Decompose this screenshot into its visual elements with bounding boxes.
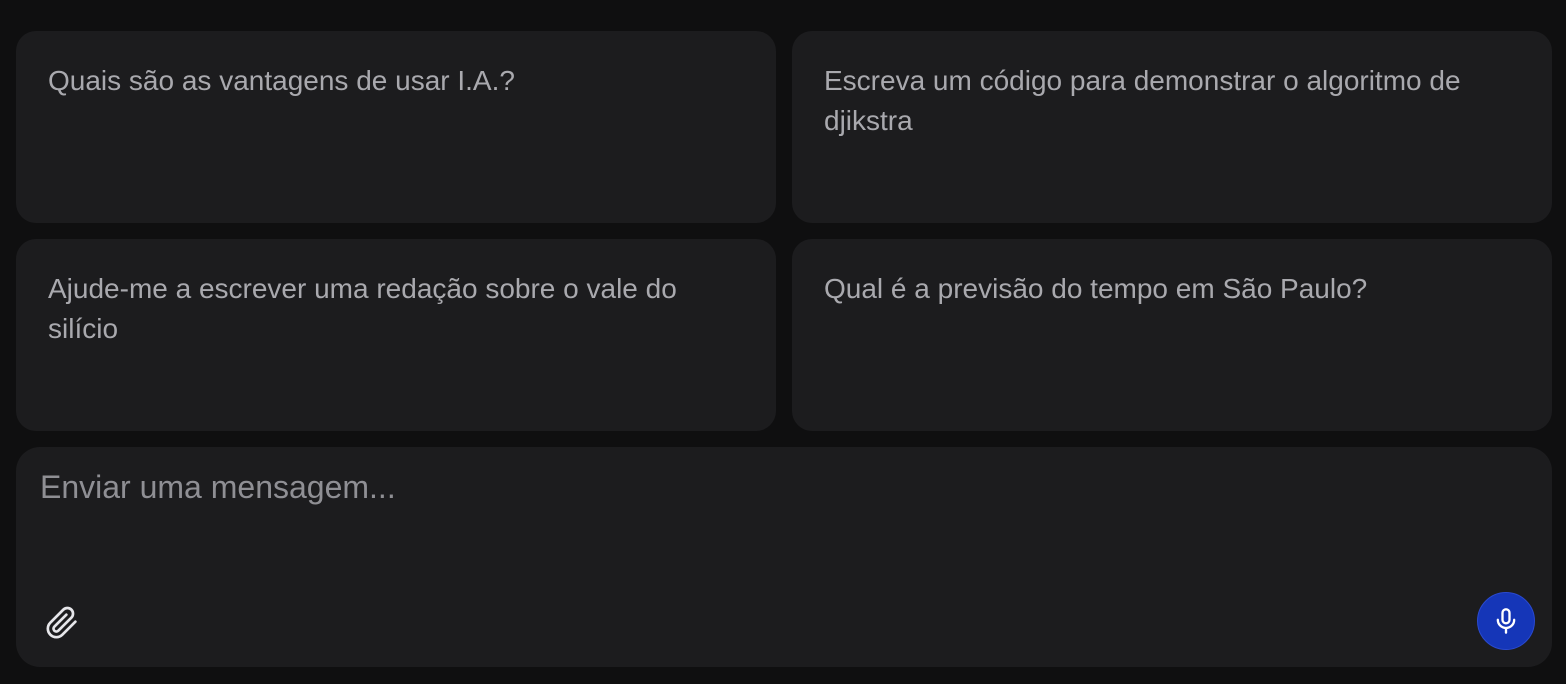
suggestion-card-3[interactable]: Ajude-me a escrever uma redação sobre o …	[16, 239, 776, 431]
microphone-icon	[1496, 608, 1516, 634]
suggestion-card-4[interactable]: Qual é a previsão do tempo em São Paulo?	[792, 239, 1552, 431]
chat-start-screen: Quais são as vantagens de usar I.A.? Esc…	[0, 0, 1566, 684]
attach-button[interactable]	[42, 603, 82, 643]
suggestion-grid: Quais são as vantagens de usar I.A.? Esc…	[16, 31, 1552, 431]
suggestion-text: Quais são as vantagens de usar I.A.?	[48, 65, 515, 96]
microphone-button[interactable]	[1477, 592, 1535, 650]
suggestion-text: Escreva um código para demonstrar o algo…	[824, 65, 1461, 136]
suggestion-card-2[interactable]: Escreva um código para demonstrar o algo…	[792, 31, 1552, 223]
paperclip-icon	[46, 606, 77, 639]
suggestion-text: Qual é a previsão do tempo em São Paulo?	[824, 273, 1368, 304]
message-input[interactable]	[40, 465, 1520, 585]
suggestion-text: Ajude-me a escrever uma redação sobre o …	[48, 273, 677, 344]
suggestion-card-1[interactable]: Quais são as vantagens de usar I.A.?	[16, 31, 776, 223]
message-composer	[16, 447, 1552, 667]
